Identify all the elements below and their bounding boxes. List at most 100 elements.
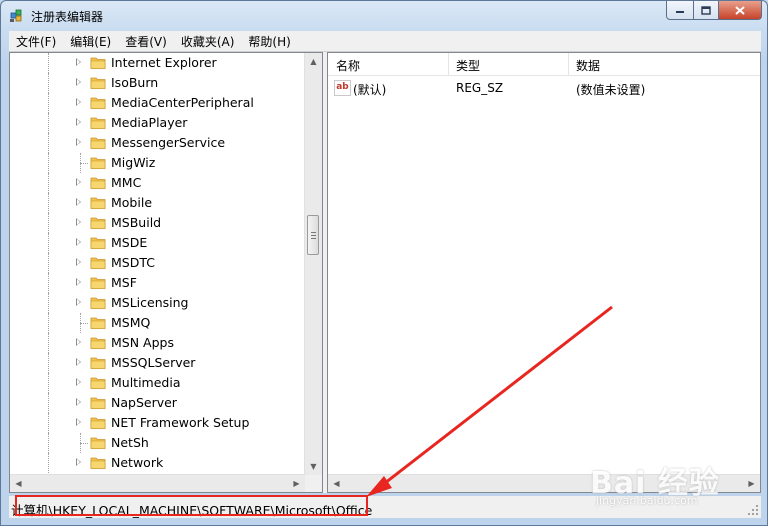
expand-arrow-icon[interactable] — [76, 118, 81, 126]
value-row[interactable]: ab (默认) REG_SZ (数值未设置) — [328, 78, 760, 98]
folder-icon — [90, 417, 106, 429]
tree-item-label: MediaCenterPeripheral — [111, 95, 254, 110]
expand-arrow-icon[interactable] — [76, 398, 81, 406]
tree-item-label: MSDE — [111, 235, 148, 250]
tree-item[interactable]: MMC — [10, 173, 306, 193]
tree-item[interactable]: MSN Apps — [10, 333, 306, 353]
expand-arrow-icon[interactable] — [76, 58, 81, 66]
tree-item[interactable]: MSBuild — [10, 213, 306, 233]
column-header-type[interactable]: 类型 — [456, 57, 480, 74]
minimize-icon — [676, 11, 684, 13]
folder-icon — [90, 177, 106, 189]
folder-icon — [90, 357, 106, 369]
title-bar[interactable]: 注册表编辑器 — [1, 1, 767, 29]
expand-arrow-icon[interactable] — [76, 78, 81, 86]
tree-item[interactable]: MSDTC — [10, 253, 306, 273]
tree-item-label: NapServer — [111, 395, 177, 410]
expand-arrow-icon[interactable] — [76, 178, 81, 186]
tree-item-label: IsoBurn — [111, 75, 159, 90]
expand-arrow-icon[interactable] — [76, 378, 81, 386]
tree-item-label: MSLicensing — [111, 295, 189, 310]
window-title: 注册表编辑器 — [31, 10, 104, 24]
tree-item[interactable]: MSDE — [10, 233, 306, 253]
tree-item[interactable]: MessengerService — [10, 133, 306, 153]
tree-vertical-scrollbar[interactable]: ▲ ▼ — [304, 53, 322, 475]
expand-arrow-icon[interactable] — [76, 238, 81, 246]
tree-item[interactable]: Internet Explorer — [10, 53, 306, 73]
expand-arrow-icon[interactable] — [76, 458, 81, 466]
folder-icon — [90, 57, 106, 69]
tree-item[interactable]: IsoBurn — [10, 73, 306, 93]
folder-icon — [90, 457, 106, 469]
tree-item-label: MMC — [111, 175, 142, 190]
tree-item[interactable]: Network — [10, 453, 306, 473]
tree-item[interactable]: MSF — [10, 273, 306, 293]
scroll-up-arrow-icon[interactable]: ▲ — [305, 53, 322, 70]
folder-icon — [90, 197, 106, 209]
expand-arrow-icon[interactable] — [76, 258, 81, 266]
status-path-highlight-box — [15, 495, 368, 516]
tree-item[interactable]: MSMQ — [10, 313, 306, 333]
maximize-button[interactable] — [694, 1, 719, 20]
tree-item[interactable]: NetSh — [10, 433, 306, 453]
expand-arrow-icon[interactable] — [76, 358, 81, 366]
folder-icon — [90, 117, 106, 129]
tree-item[interactable]: NET Framework Setup — [10, 413, 306, 433]
folder-icon — [90, 217, 106, 229]
tree-item[interactable]: MSLicensing — [10, 293, 306, 313]
tree-item-label: NET Framework Setup — [111, 415, 250, 430]
maximize-icon — [701, 5, 711, 15]
folder-icon — [90, 437, 106, 449]
menu-file[interactable]: 文件(F) — [9, 31, 63, 51]
menu-edit[interactable]: 编辑(E) — [63, 31, 118, 51]
expand-arrow-icon[interactable] — [76, 138, 81, 146]
column-header-data[interactable]: 数据 — [576, 57, 600, 74]
scroll-right-arrow-icon[interactable]: ▶ — [288, 475, 305, 492]
tree-horizontal-scrollbar[interactable]: ◀ ▶ — [10, 474, 305, 492]
expand-arrow-icon[interactable] — [76, 278, 81, 286]
tree-item[interactable]: MigWiz — [10, 153, 306, 173]
tree-item[interactable]: Mobile — [10, 193, 306, 213]
expand-arrow-icon[interactable] — [76, 298, 81, 306]
tree-item[interactable]: MediaCenterPeripheral — [10, 93, 306, 113]
tree-item[interactable]: MediaPlayer — [10, 113, 306, 133]
expand-arrow-icon[interactable] — [76, 98, 81, 106]
menu-help[interactable]: 帮助(H) — [241, 31, 297, 51]
menu-view[interactable]: 查看(V) — [118, 31, 174, 51]
minimize-button[interactable] — [666, 1, 694, 20]
tree-item[interactable]: Multimedia — [10, 373, 306, 393]
tree-item-label: MSF — [111, 275, 137, 290]
scroll-right-arrow-icon[interactable]: ▶ — [743, 475, 760, 492]
reg-string-icon: ab — [334, 80, 351, 96]
tree-item-label: MessengerService — [111, 135, 226, 150]
expand-arrow-icon[interactable] — [76, 338, 81, 346]
menu-favorites[interactable]: 收藏夹(A) — [174, 31, 242, 51]
registry-key-tree[interactable]: Internet Explorer IsoBurn MediaCenterPerip… — [9, 52, 323, 493]
folder-icon — [90, 297, 106, 309]
tree-item-label: Internet Explorer — [111, 55, 217, 70]
tree-item-label: MSDTC — [111, 255, 155, 270]
scroll-left-arrow-icon[interactable]: ◀ — [328, 475, 345, 492]
folder-icon — [90, 137, 106, 149]
folder-icon — [90, 377, 106, 389]
resize-grip-icon[interactable] — [747, 504, 759, 516]
tree-item-label: Multimedia — [111, 375, 181, 390]
expand-arrow-icon[interactable] — [76, 218, 81, 226]
close-icon — [735, 5, 745, 15]
scroll-down-arrow-icon[interactable]: ▼ — [305, 458, 322, 475]
close-button[interactable] — [719, 1, 762, 20]
tree-item[interactable]: MSSQLServer — [10, 353, 306, 373]
tree-item-label: MigWiz — [111, 155, 156, 170]
folder-icon — [90, 157, 106, 169]
tree-item[interactable]: NapServer — [10, 393, 306, 413]
value-list[interactable]: 名称 类型 数据 ab (默认) REG_SZ (数值未设置) ◀ ▶ — [327, 52, 761, 493]
registry-editor-window: 注册表编辑器 文件(F) 编辑(E) 查看(V) 收藏夹(A) 帮助(H) In… — [0, 0, 768, 526]
scroll-left-arrow-icon[interactable]: ◀ — [10, 475, 27, 492]
expand-arrow-icon[interactable] — [76, 418, 81, 426]
column-header-name[interactable]: 名称 — [336, 57, 360, 74]
tree-scroll-thumb[interactable] — [307, 215, 319, 255]
expand-arrow-icon[interactable] — [76, 198, 81, 206]
value-list-header: 名称 类型 数据 — [328, 53, 760, 76]
folder-icon — [90, 397, 106, 409]
folder-icon — [90, 77, 106, 89]
